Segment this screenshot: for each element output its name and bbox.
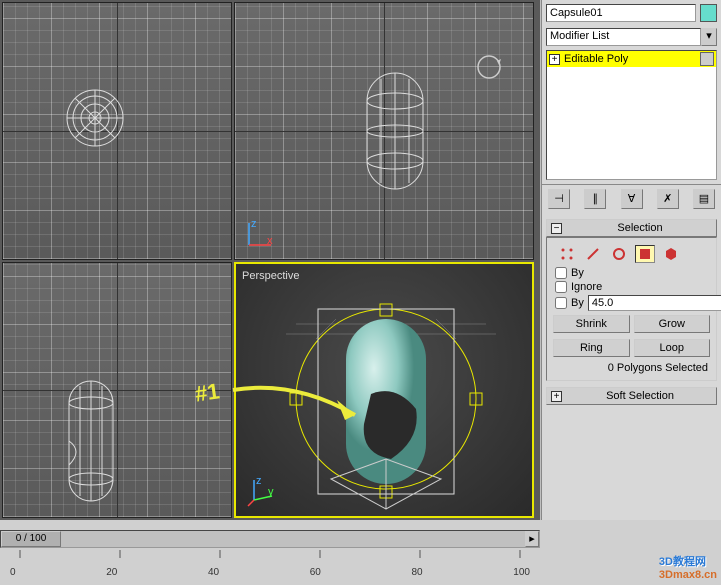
make-unique-button[interactable]: ∀ bbox=[621, 189, 643, 209]
ring-button[interactable]: Ring bbox=[553, 339, 630, 357]
show-result-button[interactable]: ∥ bbox=[584, 189, 606, 209]
tick: 40 bbox=[208, 567, 219, 578]
by-angle-checkbox[interactable] bbox=[555, 297, 567, 309]
wireframe-front bbox=[235, 3, 535, 261]
expand-icon[interactable]: + bbox=[549, 54, 560, 65]
tick: 80 bbox=[412, 567, 423, 578]
viewport-perspective[interactable]: Perspective zy bbox=[234, 262, 534, 518]
viewport-area: zx Perspective bbox=[0, 0, 540, 520]
viewport-top[interactable] bbox=[2, 2, 232, 260]
angle-spinner-input[interactable] bbox=[588, 295, 721, 311]
rollout-title: Selection bbox=[568, 222, 712, 234]
element-level-button[interactable] bbox=[661, 245, 681, 263]
watermark-line2: 3Dmax8.cn bbox=[659, 569, 717, 581]
rollout-header[interactable]: + Soft Selection bbox=[546, 387, 717, 405]
watermark-line1: 3D教程网 bbox=[659, 553, 717, 569]
polygon-level-button[interactable] bbox=[635, 245, 655, 263]
timeline-ruler: 0 20 40 60 80 100 bbox=[0, 550, 540, 580]
selection-status: 0 Polygons Selected bbox=[551, 360, 712, 376]
by-vertex-label: By bbox=[571, 267, 584, 279]
vertex-level-button[interactable] bbox=[557, 245, 577, 263]
selection-rollout: − Selection By Ignore By ▲▼ bbox=[546, 219, 717, 381]
svg-text:z: z bbox=[256, 475, 262, 487]
ignore-label: Ignore bbox=[571, 281, 602, 293]
axis-tripod-icon: zx bbox=[245, 219, 275, 249]
dropdown-arrow-icon[interactable]: ▾ bbox=[701, 28, 717, 46]
remove-modifier-button[interactable]: ✗ bbox=[657, 189, 679, 209]
tick: 20 bbox=[106, 567, 117, 578]
edge-level-button[interactable] bbox=[583, 245, 603, 263]
tick: 60 bbox=[310, 567, 321, 578]
modifier-toolbar: ⊣ ∥ ∀ ✗ ▤ bbox=[542, 184, 721, 213]
timeline-track[interactable]: 0 / 100 ▸ bbox=[0, 530, 540, 548]
wireframe-top bbox=[3, 3, 233, 261]
modifier-stack[interactable]: + Editable Poly bbox=[546, 50, 717, 180]
watermark: 3D教程网 3Dmax8.cn bbox=[659, 553, 717, 581]
viewport-front[interactable]: zx bbox=[234, 2, 534, 260]
perspective-content bbox=[236, 264, 536, 520]
svg-text:x: x bbox=[267, 235, 273, 247]
tick: 0 bbox=[10, 567, 16, 578]
axis-tripod-icon: zy bbox=[246, 476, 276, 506]
plus-icon[interactable]: + bbox=[551, 391, 562, 402]
border-level-button[interactable] bbox=[609, 245, 629, 263]
loop-button[interactable]: Loop bbox=[634, 339, 711, 357]
timeline-slider[interactable]: 0 / 100 bbox=[1, 531, 61, 547]
soft-selection-rollout: + Soft Selection bbox=[546, 387, 717, 405]
viewport-left[interactable] bbox=[2, 262, 232, 518]
modifier-display-icon[interactable] bbox=[700, 52, 714, 66]
wireframe-left bbox=[3, 263, 233, 521]
tick: 100 bbox=[513, 567, 530, 578]
modifier-list-dropdown[interactable]: Modifier List bbox=[546, 28, 701, 46]
pin-stack-button[interactable]: ⊣ bbox=[548, 189, 570, 209]
object-name-input[interactable] bbox=[546, 4, 696, 22]
svg-text:z: z bbox=[251, 218, 257, 230]
rollout-header[interactable]: − Selection bbox=[546, 219, 717, 237]
timeline-end-button[interactable]: ▸ bbox=[525, 531, 539, 547]
minus-icon[interactable]: − bbox=[551, 223, 562, 234]
command-panel: Modifier List ▾ + Editable Poly ⊣ ∥ ∀ ✗ … bbox=[541, 0, 721, 520]
bottom-bar: 0 / 100 ▸ 0 20 40 60 80 100 3D教程网 3Dmax8… bbox=[0, 520, 721, 585]
subobject-level-row bbox=[551, 242, 712, 266]
by-angle-label: By bbox=[571, 297, 584, 309]
ignore-backfacing-checkbox[interactable] bbox=[555, 281, 567, 293]
svg-text:y: y bbox=[268, 486, 274, 498]
by-vertex-checkbox[interactable] bbox=[555, 267, 567, 279]
grow-button[interactable]: Grow bbox=[634, 315, 711, 333]
object-color-swatch[interactable] bbox=[700, 4, 717, 22]
modifier-label: Editable Poly bbox=[564, 53, 696, 65]
rollout-title: Soft Selection bbox=[568, 390, 712, 402]
configure-sets-button[interactable]: ▤ bbox=[693, 189, 715, 209]
shrink-button[interactable]: Shrink bbox=[553, 315, 630, 333]
modifier-stack-item[interactable]: + Editable Poly bbox=[547, 51, 716, 67]
